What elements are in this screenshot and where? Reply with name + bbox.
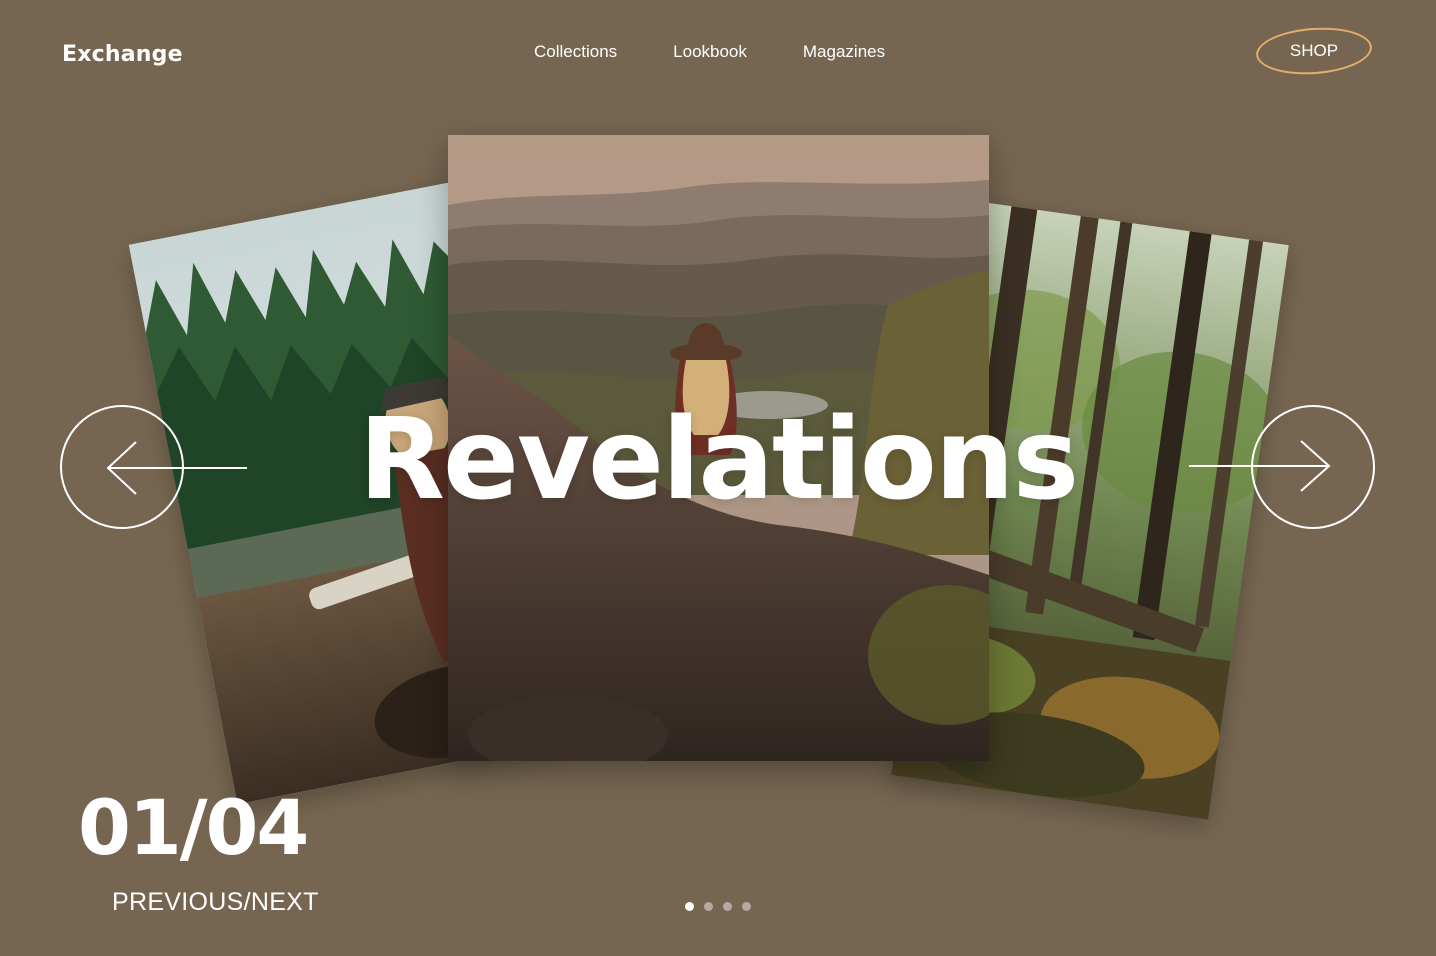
pagination-dot-4[interactable] xyxy=(742,902,751,911)
pagination-dot-2[interactable] xyxy=(704,902,713,911)
arrow-left-icon xyxy=(60,405,247,529)
pagination-dots xyxy=(685,902,751,911)
previous-next-label[interactable]: PREVIOUS/NEXT xyxy=(112,888,319,917)
main-nav: Collections Lookbook Magazines xyxy=(534,42,885,62)
shop-button-label: SHOP xyxy=(1289,41,1339,60)
pagination-dot-3[interactable] xyxy=(723,902,732,911)
pagination-dot-1[interactable] xyxy=(685,902,694,911)
nav-item-magazines[interactable]: Magazines xyxy=(803,42,885,62)
nav-item-lookbook[interactable]: Lookbook xyxy=(673,42,747,62)
slide-headline: Revelations xyxy=(358,395,1079,525)
previous-slide-button[interactable] xyxy=(60,405,247,529)
page: Exchange Collections Lookbook Magazines … xyxy=(0,0,1436,956)
nav-item-collections[interactable]: Collections xyxy=(534,42,617,62)
brand-logo[interactable]: Exchange xyxy=(62,42,183,67)
slide-counter: 01/04 xyxy=(78,783,309,872)
arrow-right-icon xyxy=(1189,405,1375,529)
next-slide-button[interactable] xyxy=(1189,405,1375,529)
shop-button[interactable]: SHOP xyxy=(1254,24,1374,78)
